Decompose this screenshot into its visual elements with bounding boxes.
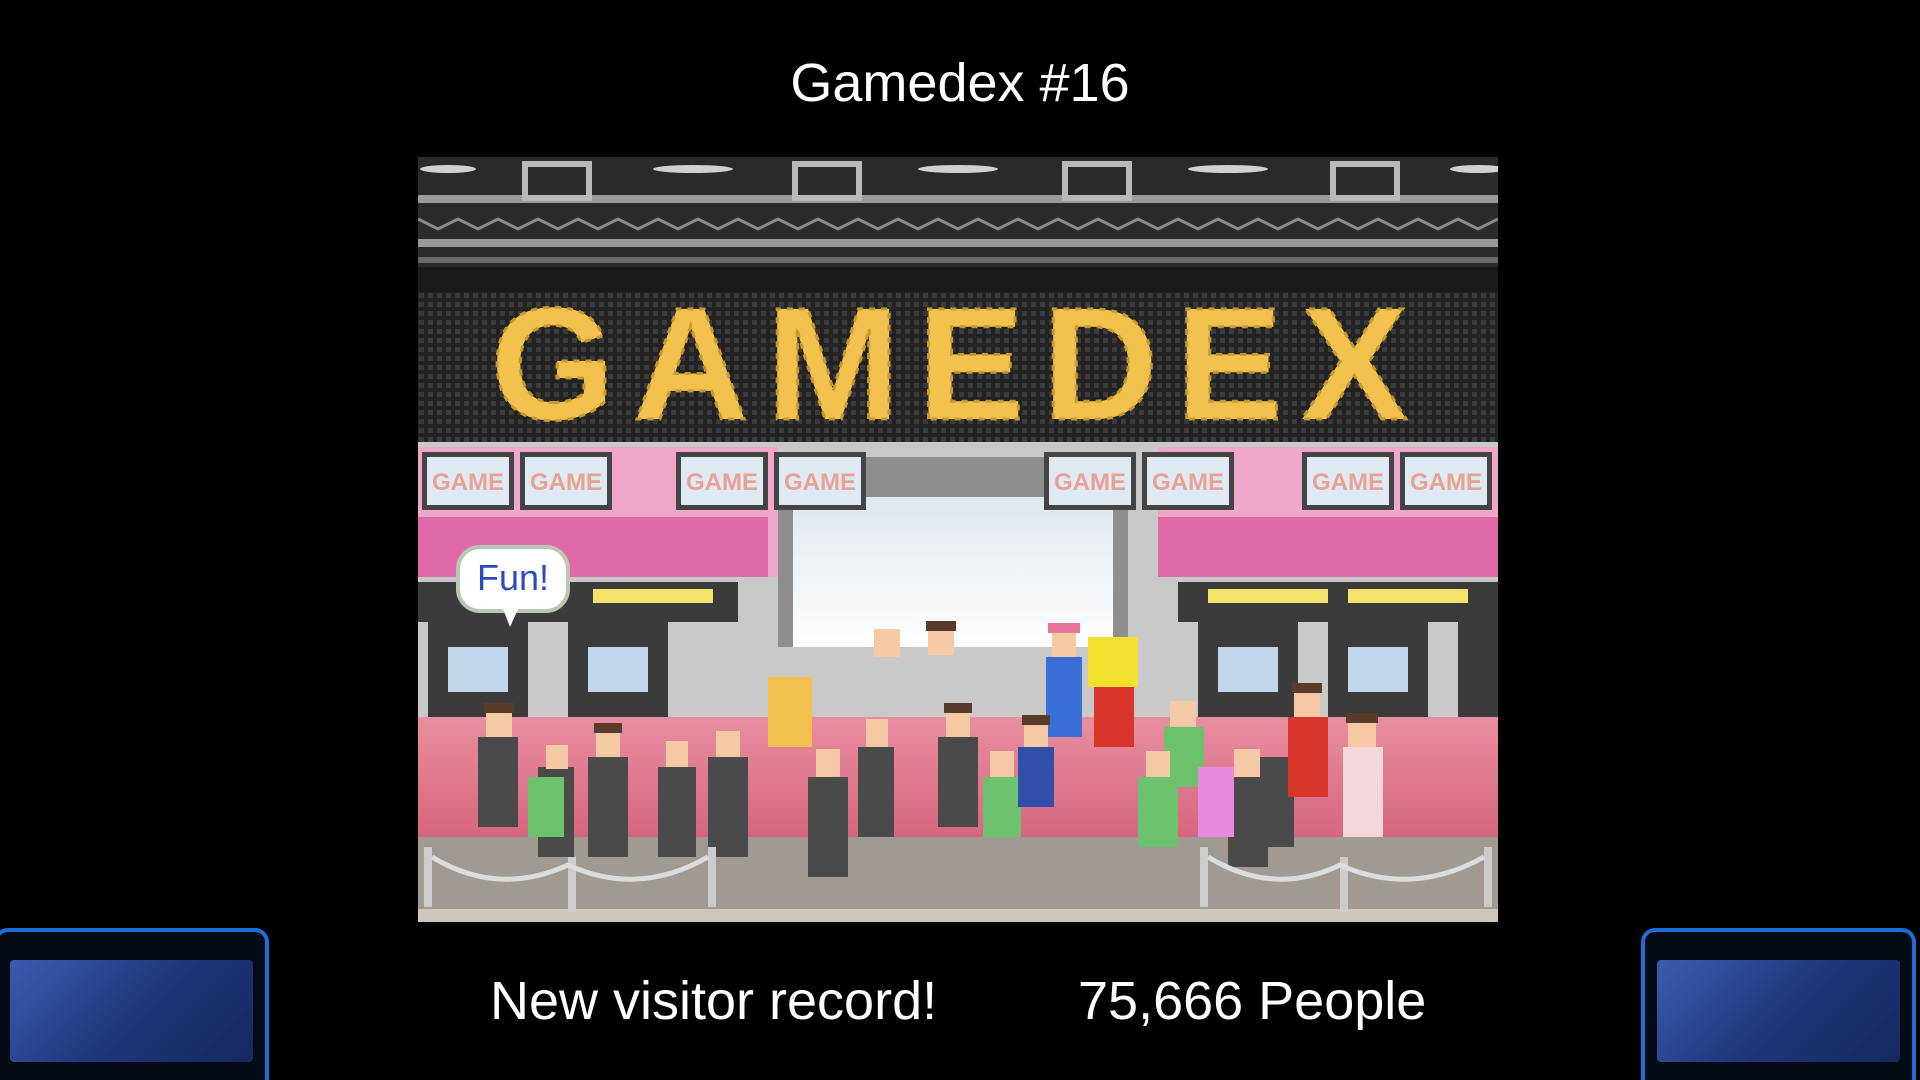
- svg-text:GAME: GAME: [1152, 469, 1224, 496]
- svg-text:GAME: GAME: [1410, 469, 1482, 496]
- expo-illustration: GAMEDEX GAME GAME GAME GAME GAME GAME GA…: [418, 157, 1498, 922]
- svg-text:GAME: GAME: [530, 469, 602, 496]
- svg-text:GAME: GAME: [784, 469, 856, 496]
- right-nav-button-panel: [1657, 960, 1900, 1062]
- visitor-record-message: New visitor record!: [490, 971, 938, 1031]
- svg-text:GAME: GAME: [432, 469, 504, 496]
- svg-text:GAME: GAME: [1312, 469, 1384, 496]
- marquee-text: GAMEDEX: [491, 274, 1426, 453]
- visitor-count: 75,666 People: [1078, 971, 1427, 1031]
- speech-bubble-text: Fun!: [477, 557, 549, 598]
- svg-text:GAME: GAME: [686, 469, 758, 496]
- svg-text:GAME: GAME: [1054, 469, 1126, 496]
- left-nav-button-panel: [10, 960, 253, 1062]
- expo-scene: GAMEDEX GAME GAME GAME GAME GAME GAME GA…: [418, 157, 1498, 922]
- right-nav-button[interactable]: [1641, 928, 1916, 1080]
- left-nav-button[interactable]: [0, 928, 269, 1080]
- page-title: Gamedex #16: [790, 53, 1130, 113]
